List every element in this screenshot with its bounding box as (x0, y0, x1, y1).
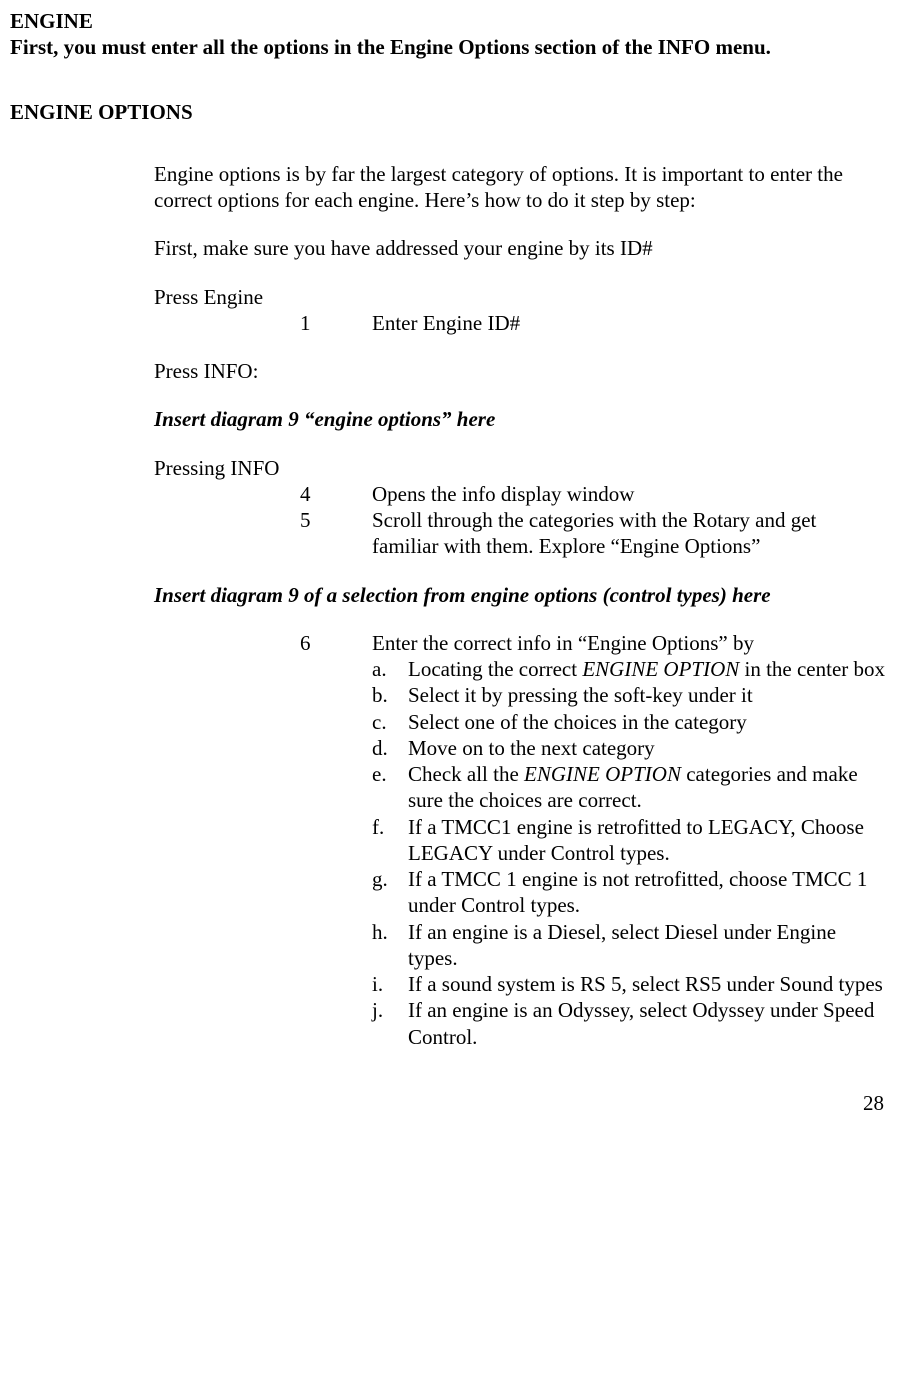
page-title: ENGINE (10, 8, 888, 34)
sub-text: If an engine is a Diesel, select Diesel … (408, 919, 888, 972)
diagram-placeholder: Insert diagram 9 “engine options” here (154, 406, 888, 432)
press-info-label: Press INFO: (154, 358, 888, 384)
section-heading: ENGINE OPTIONS (10, 99, 888, 125)
pressing-info-label: Pressing INFO (154, 455, 888, 481)
sub-label: d. (372, 735, 408, 761)
step-number: 4 (300, 481, 372, 507)
sub-label: g. (372, 866, 408, 892)
step-text: Opens the info display window (372, 481, 888, 507)
sub-text: If a TMCC 1 engine is not retrofitted, c… (408, 866, 888, 919)
step-number: 1 (300, 310, 372, 336)
sub-text: Move on to the next category (408, 735, 888, 761)
page-number: 28 (10, 1090, 888, 1116)
step-text: Enter Engine ID# (372, 310, 888, 336)
sub-text: If an engine is an Odyssey, select Odyss… (408, 997, 888, 1050)
sub-label: a. (372, 656, 408, 682)
sub-label: e. (372, 761, 408, 787)
sub-label: j. (372, 997, 408, 1023)
sub-text: If a sound system is RS 5, select RS5 un… (408, 971, 888, 997)
step-number: 6 (300, 630, 372, 656)
sub-label: h. (372, 919, 408, 945)
sub-label: c. (372, 709, 408, 735)
paragraph: First, make sure you have addressed your… (154, 235, 888, 261)
sub-text: Select one of the choices in the categor… (408, 709, 888, 735)
step-number: 5 (300, 507, 372, 533)
diagram-placeholder: Insert diagram 9 of a selection from eng… (154, 582, 888, 608)
press-engine-label: Press Engine (154, 284, 888, 310)
sub-label: b. (372, 682, 408, 708)
paragraph: Engine options is by far the largest cat… (154, 161, 888, 214)
sub-text: Select it by pressing the soft-key under… (408, 682, 888, 708)
step-text: Enter the correct info in “Engine Option… (372, 630, 888, 656)
sub-text: If a TMCC1 engine is retrofitted to LEGA… (408, 814, 888, 867)
sub-label: i. (372, 971, 408, 997)
intro-text: First, you must enter all the options in… (10, 34, 888, 60)
step-text: Scroll through the categories with the R… (372, 507, 888, 560)
sub-label: f. (372, 814, 408, 840)
sub-text: Check all the ENGINE OPTION categories a… (408, 761, 888, 814)
sub-text: Locating the correct ENGINE OPTION in th… (408, 656, 888, 682)
